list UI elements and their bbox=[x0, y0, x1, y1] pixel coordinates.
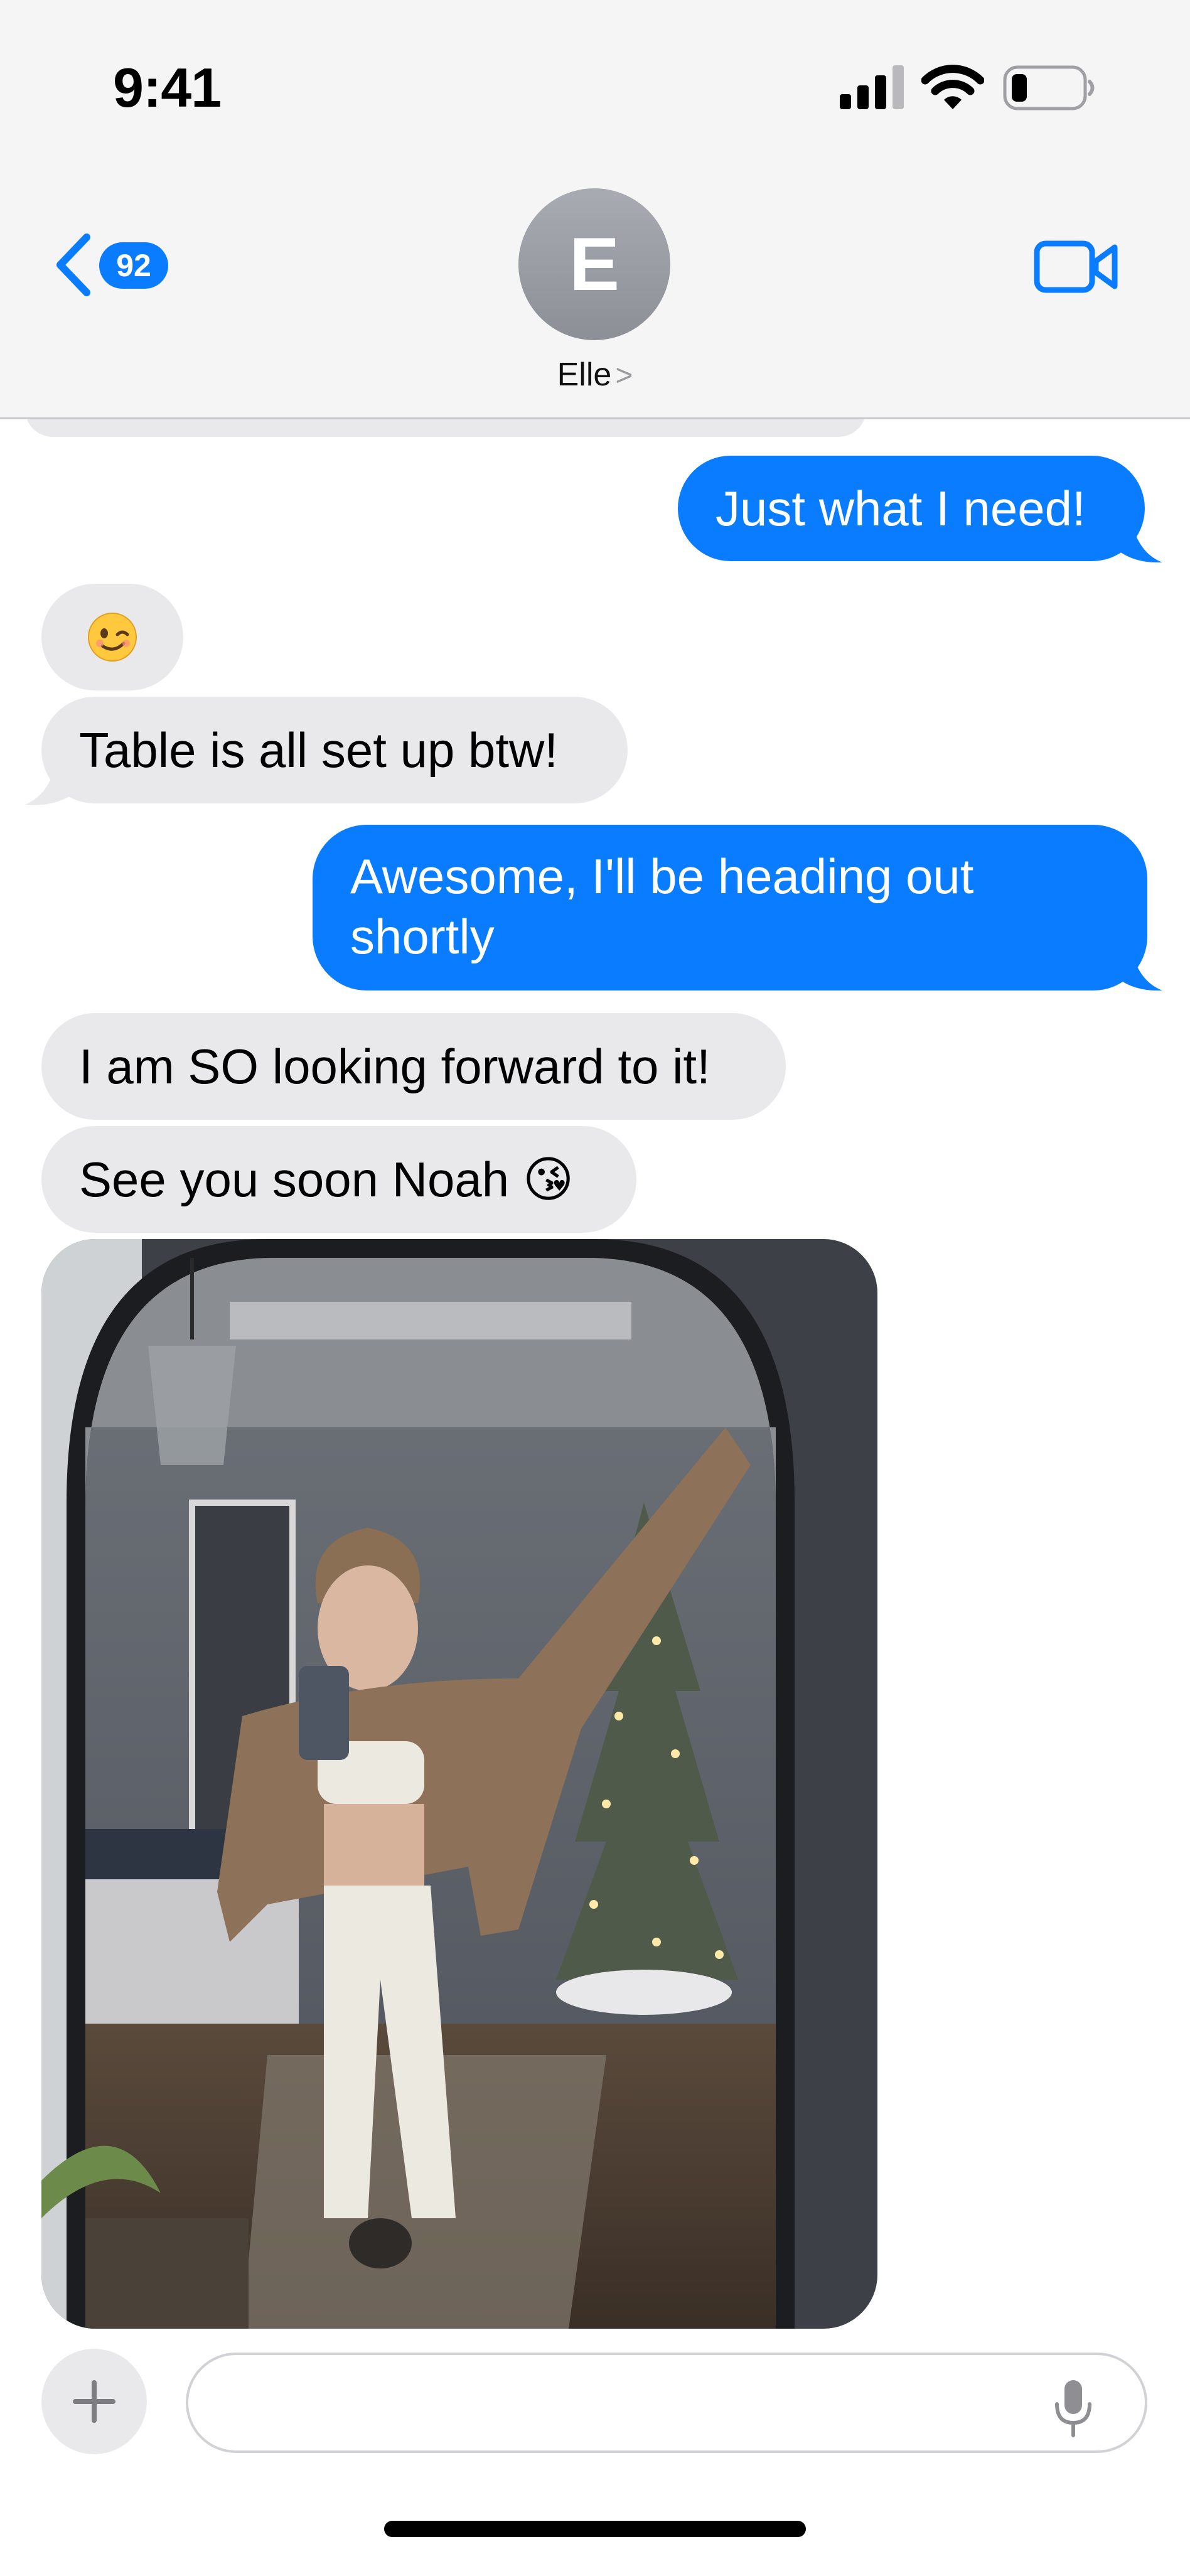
bubble-tail bbox=[1117, 513, 1162, 563]
plus-icon bbox=[73, 2380, 115, 2423]
chevron-right-icon: > bbox=[615, 359, 633, 392]
back-chevron-icon bbox=[56, 233, 90, 296]
status-time: 9:41 bbox=[113, 56, 222, 119]
incoming-message[interactable]: See you soon Noah 😘 bbox=[41, 1126, 636, 1233]
bubble-tail bbox=[1117, 942, 1162, 991]
messages-screen: 9:41 92 E Elle > Just what I need! Table… bbox=[0, 0, 1190, 2576]
mirror-selfie-photo bbox=[41, 1239, 877, 2329]
contact-name-button[interactable]: Elle > bbox=[469, 353, 721, 397]
contact-name: Elle bbox=[557, 357, 612, 393]
outgoing-message[interactable]: Just what I need! bbox=[678, 456, 1145, 561]
battery-icon bbox=[1003, 65, 1095, 110]
compose-bar bbox=[0, 2331, 1190, 2576]
contact-avatar[interactable]: E bbox=[518, 188, 670, 340]
home-indicator bbox=[384, 2521, 806, 2537]
incoming-message[interactable]: I am SO looking forward to it! bbox=[41, 1013, 786, 1120]
conversation-header: 9:41 92 E Elle > bbox=[0, 0, 1190, 419]
message-list[interactable]: Just what I need! 😉 Table is all set up … bbox=[0, 419, 1190, 2331]
incoming-message[interactable]: Table is all set up btw! bbox=[41, 697, 628, 803]
winking-face-emoji bbox=[88, 613, 137, 662]
outgoing-message[interactable]: Awesome, I'll be heading out shortly bbox=[313, 825, 1147, 990]
back-button[interactable]: 92 bbox=[45, 226, 177, 301]
microphone-icon[interactable] bbox=[1048, 2376, 1098, 2439]
message-input[interactable] bbox=[186, 2353, 1147, 2453]
bubble-tail bbox=[25, 758, 75, 805]
add-attachment-button[interactable] bbox=[41, 2349, 147, 2454]
photo-message[interactable] bbox=[41, 1239, 877, 2329]
signal-icon bbox=[840, 65, 904, 109]
wifi-icon bbox=[921, 65, 984, 109]
incoming-message[interactable]: 😉 bbox=[41, 584, 183, 690]
clipped-message-bubble bbox=[25, 419, 866, 437]
unread-count-badge: 92 bbox=[99, 242, 168, 289]
video-call-icon[interactable] bbox=[1033, 232, 1121, 301]
